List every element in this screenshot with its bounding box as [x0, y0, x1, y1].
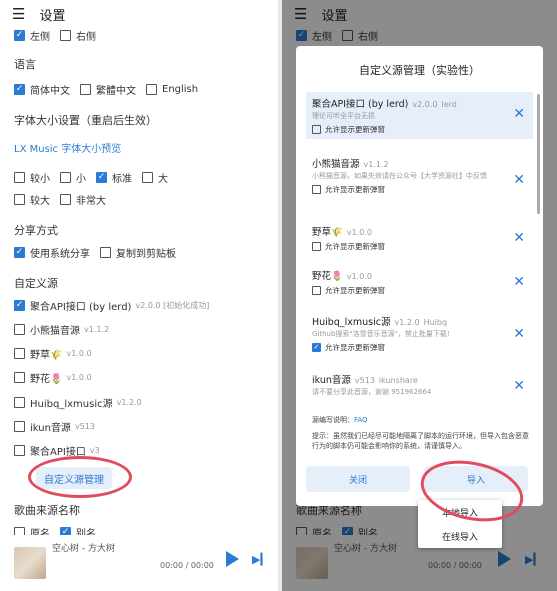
remove-source-icon[interactable]: ✕	[513, 378, 525, 394]
dialog-scrollbar[interactable]	[537, 94, 540, 214]
checkbox-standard[interactable]: ✓ 标准	[96, 170, 132, 185]
checkbox-left[interactable]: ✓ 左侧	[14, 28, 50, 43]
checkbox-simplified-chinese[interactable]: ✓ 简体中文	[14, 82, 70, 97]
checkbox-icon	[80, 84, 91, 95]
section-title-song-source: 歌曲来源名称	[14, 504, 80, 517]
menu-item-online-import[interactable]: 在线导入	[418, 524, 502, 548]
allow-update-checkbox[interactable]: 允许显示更新弹窗	[312, 285, 527, 296]
section-title-custom-source: 自定义源	[14, 277, 58, 290]
checkbox-system-share[interactable]: ✓ 使用系统分享	[14, 245, 90, 260]
section-title-font-size: 字体大小设置（重启后生效）	[14, 114, 157, 127]
checkbox-traditional-chinese[interactable]: 繁體中文	[80, 82, 136, 97]
import-menu: 本地导入 在线导入	[418, 500, 502, 548]
source-item[interactable]: ikun音源 v513 ikunshare 请不要分享此音源，谢谢 95196266…	[306, 368, 533, 401]
custom-source-item[interactable]: 野草🌾 v1.0.0	[14, 346, 272, 361]
share-options: ✓ 使用系统分享 复制到剪贴板	[14, 245, 272, 260]
remove-source-icon[interactable]: ✕	[513, 274, 525, 290]
checkbox-icon	[60, 194, 71, 205]
checkbox-icon: ✓	[312, 343, 321, 353]
now-playing-title: 空心树 - 方大树	[52, 544, 115, 554]
remove-source-icon[interactable]: ✕	[513, 106, 525, 122]
checkbox-icon: ✓	[14, 247, 25, 258]
mini-player[interactable]: 空心树 - 方大树 00:00 / 00:00 ▶▎	[0, 535, 278, 591]
remove-source-icon[interactable]: ✕	[513, 230, 525, 246]
checkbox-large[interactable]: 大	[142, 170, 168, 185]
checkbox-icon[interactable]	[14, 397, 25, 408]
position-options: ✓ 左侧 右侧	[14, 28, 272, 43]
settings-screen-left: ☰ 设置 ✓ 左侧 右侧 语言 ✓ 简体中文 繁體中文 English 字体大小设置…	[0, 0, 278, 591]
font-size-options-row2: 较大 非常大	[14, 192, 272, 207]
checkbox-icon	[312, 125, 321, 135]
checkbox-icon	[60, 172, 71, 183]
custom-source-item[interactable]: 野花🌷 v1.0.0	[14, 370, 272, 385]
app-header: ☰ 设置	[0, 0, 278, 28]
remove-source-icon[interactable]: ✕	[513, 326, 525, 342]
custom-source-manage-button[interactable]: 自定义源管理	[36, 467, 112, 489]
checkbox-icon[interactable]	[14, 348, 25, 359]
checkbox-icon	[14, 194, 25, 205]
checkbox-right[interactable]: 右侧	[60, 28, 96, 43]
source-item[interactable]: 野草🌾 v1.0.0 允许显示更新弹窗 ✕	[306, 220, 533, 256]
checkbox-very-large[interactable]: 非常大	[60, 192, 106, 207]
playback-time: 00:00 / 00:00	[160, 561, 214, 570]
checkbox-icon[interactable]: ✓	[14, 300, 25, 311]
close-button[interactable]: 关闭	[306, 466, 410, 492]
checkbox-icon	[14, 172, 25, 183]
font-size-preview: LX Music 字体大小预览	[14, 144, 122, 155]
source-item[interactable]: 野花🌷 v1.0.0 允许显示更新弹窗 ✕	[306, 264, 533, 300]
checkbox-icon	[60, 30, 71, 41]
import-warning: 提示：虽然我们已经尽可能地隔离了脚本的运行环境，但导入包含恶意行为的脚本仍可能会…	[312, 432, 529, 450]
checkbox-icon[interactable]	[14, 372, 25, 383]
checkbox-larger[interactable]: 较大	[14, 192, 50, 207]
source-item[interactable]: Huibq_lxmusic源 v1.2.0 Huibq Github搜索"洛雪音乐音…	[306, 310, 533, 357]
custom-source-item[interactable]: ✓ 聚合API接口 (by lerd) v2.0.0 [初始化成功]	[14, 298, 272, 313]
dialog-title: 自定义源管理（实验性）	[359, 64, 480, 77]
font-size-options-row1: 较小 小 ✓ 标准 大	[14, 170, 272, 185]
allow-update-checkbox[interactable]: 允许显示更新弹窗	[312, 241, 527, 252]
hamburger-icon[interactable]: ☰	[12, 5, 25, 23]
play-icon[interactable]	[226, 551, 239, 567]
allow-update-checkbox[interactable]: ✓ 允许显示更新弹窗	[312, 342, 527, 353]
checkbox-smaller[interactable]: 较小	[14, 170, 50, 185]
source-item[interactable]: 聚合API接口 (by lerd) v2.0.0 lerd 理论可听全平台无损 允许…	[306, 92, 533, 140]
checkbox-icon: ✓	[14, 84, 25, 95]
checkbox-icon[interactable]	[14, 421, 25, 432]
checkbox-copy-clipboard[interactable]: 复制到剪贴板	[100, 245, 176, 260]
section-title-language: 语言	[14, 58, 36, 71]
custom-source-item[interactable]: ikun音源 v513	[14, 419, 272, 434]
checkbox-icon	[312, 185, 321, 195]
checkbox-icon[interactable]	[14, 324, 25, 335]
custom-source-item[interactable]: 聚合API接口 v3	[14, 443, 272, 458]
custom-source-item[interactable]: Huibq_lxmusic源 v1.2.0	[14, 395, 272, 410]
source-item[interactable]: 小熊猫音源 v1.1.2 小熊猫音源，如果失效请在公众号【大学资源社】中反馈 允许…	[306, 152, 533, 199]
allow-update-checkbox[interactable]: 允许显示更新弹窗	[312, 184, 527, 195]
album-cover[interactable]	[14, 547, 46, 579]
import-button[interactable]: 导入	[424, 466, 528, 492]
language-options: ✓ 简体中文 繁體中文 English	[14, 82, 272, 97]
checkbox-small[interactable]: 小	[60, 170, 86, 185]
checkbox-icon	[312, 286, 321, 295]
custom-source-item[interactable]: 小熊猫音源 v1.1.2	[14, 322, 272, 337]
checkbox-english[interactable]: English	[146, 84, 198, 95]
menu-item-local-import[interactable]: 本地导入	[418, 500, 502, 524]
remove-source-icon[interactable]: ✕	[513, 172, 525, 188]
custom-source-dialog: 自定义源管理（实验性） 聚合API接口 (by lerd) v2.0.0 lerd …	[296, 46, 543, 506]
checkbox-icon: ✓	[14, 30, 25, 41]
checkbox-icon	[146, 84, 157, 95]
page-title: 设置	[39, 8, 66, 24]
checkbox-icon	[100, 247, 111, 258]
doc-note: 源编写说明：FAQ	[312, 416, 368, 424]
section-title-share: 分享方式	[14, 224, 58, 237]
faq-link[interactable]: FAQ	[354, 416, 368, 424]
checkbox-icon	[142, 172, 153, 183]
checkbox-icon	[312, 242, 321, 251]
next-track-icon[interactable]: ▶▎	[252, 553, 269, 566]
checkbox-icon[interactable]	[14, 445, 25, 456]
allow-update-checkbox[interactable]: 允许显示更新弹窗	[312, 124, 527, 135]
checkbox-icon: ✓	[96, 172, 107, 183]
